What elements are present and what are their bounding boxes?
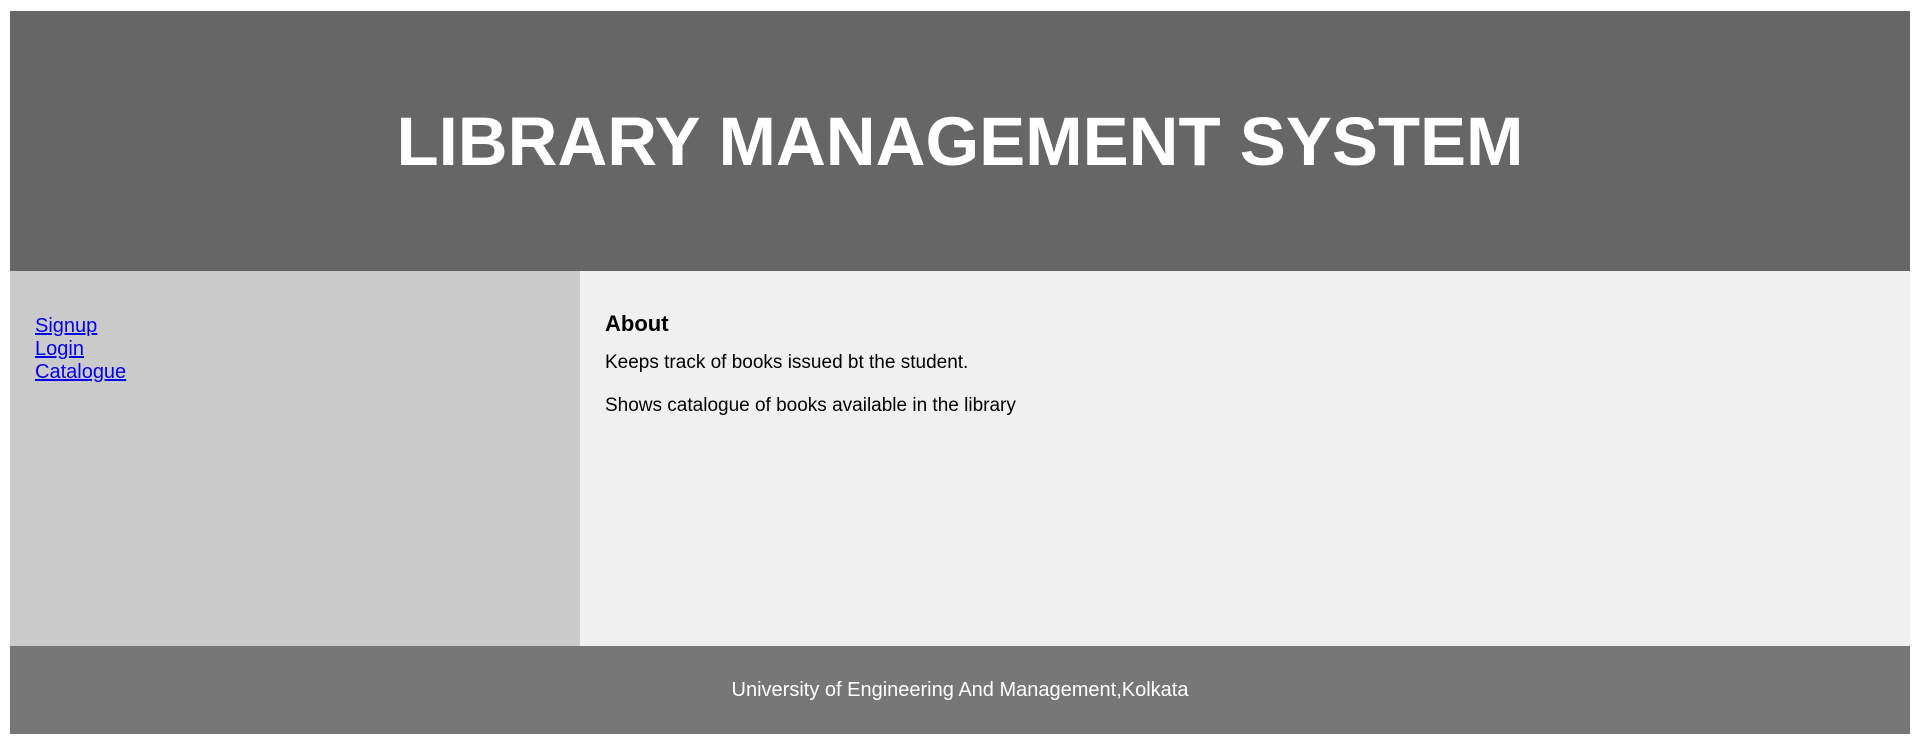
about-paragraph-catalogue: Shows catalogue of books available in th… — [605, 395, 1016, 416]
page: LIBRARY MANAGEMENT SYSTEM Signup Login C… — [10, 11, 1910, 734]
footer: University of Engineering And Management… — [10, 646, 1910, 734]
catalogue-link[interactable]: Catalogue — [35, 361, 580, 384]
about-section: About Keeps track of books issued bt the… — [580, 271, 1910, 646]
header-banner: LIBRARY MANAGEMENT SYSTEM — [10, 11, 1910, 271]
login-link[interactable]: Login — [35, 338, 580, 361]
about-paragraph-tracking: Keeps track of books issued bt the stude… — [605, 352, 969, 373]
footer-text: University of Engineering And Management… — [731, 678, 1189, 701]
content-area: Signup Login Catalogue About Keeps track… — [10, 271, 1910, 646]
sidebar-nav: Signup Login Catalogue — [10, 271, 580, 646]
about-heading: About — [605, 311, 669, 336]
page-title: LIBRARY MANAGEMENT SYSTEM — [396, 102, 1524, 180]
signup-link[interactable]: Signup — [35, 315, 580, 338]
